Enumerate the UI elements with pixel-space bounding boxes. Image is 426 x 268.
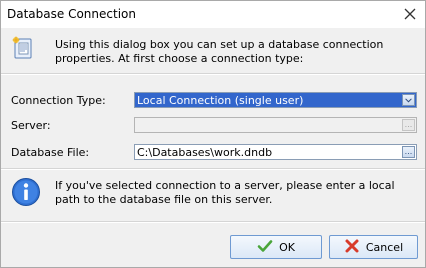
- ok-button-label: OK: [279, 240, 295, 254]
- ok-button[interactable]: OK: [230, 235, 322, 259]
- intro-text: Using this dialog box you can set up a d…: [55, 38, 384, 65]
- database-file-value: C:\Databases\work.dndb: [137, 146, 273, 159]
- info-note-text: If you've selected connection to a serve…: [55, 179, 395, 206]
- database-file-input[interactable]: C:\Databases\work.dndb ...: [134, 144, 417, 160]
- separator-highlight: [1, 169, 425, 170]
- database-file-browse-button[interactable]: ...: [402, 146, 415, 158]
- connection-type-label: Connection Type:: [11, 94, 106, 107]
- connection-type-select[interactable]: Local Connection (single user): [134, 92, 417, 108]
- checkmark-icon: [257, 238, 273, 257]
- cancel-button-label: Cancel: [365, 240, 404, 254]
- database-file-label: Database File:: [11, 146, 90, 159]
- separator-highlight: [1, 74, 425, 75]
- server-input[interactable]: ...: [134, 117, 417, 133]
- chevron-down-icon[interactable]: [402, 94, 415, 106]
- separator-highlight: [1, 222, 425, 223]
- window-title: Database Connection: [7, 7, 136, 21]
- server-browse-button[interactable]: ...: [402, 119, 415, 131]
- close-icon[interactable]: [401, 5, 419, 23]
- server-label: Server:: [11, 119, 51, 132]
- connection-type-value: Local Connection (single user): [137, 94, 304, 107]
- info-icon: [11, 177, 41, 207]
- database-connection-dialog: Database Connection Using this dialog bo…: [0, 0, 426, 268]
- cancel-button[interactable]: Cancel: [329, 235, 418, 259]
- x-icon: [344, 238, 360, 257]
- title-bar: Database Connection: [1, 1, 425, 28]
- database-settings-icon: [11, 36, 35, 60]
